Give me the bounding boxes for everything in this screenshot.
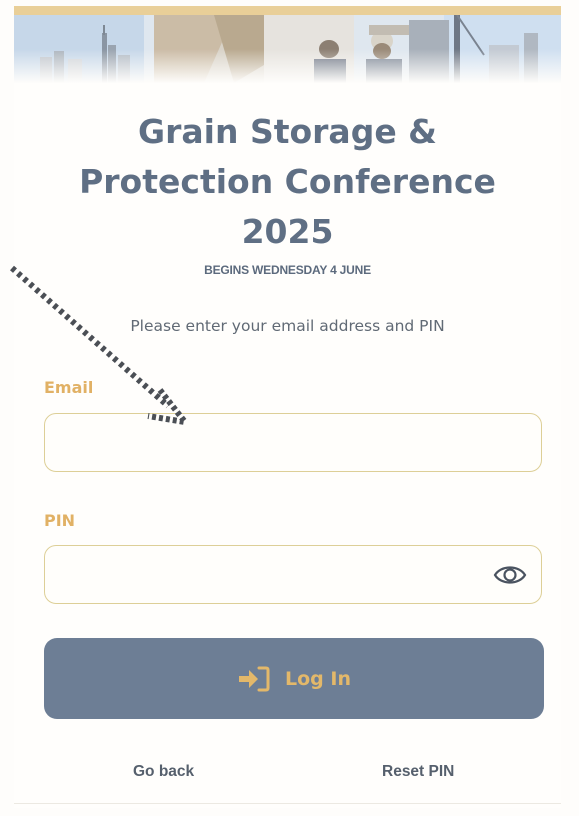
login-button-content: Log In [44, 638, 544, 719]
login-card: Grain Storage & Protection Conference 20… [14, 83, 561, 808]
go-back-link[interactable]: Go back [133, 763, 194, 781]
pin-field[interactable] [59, 546, 483, 604]
login-page: Grain Storage & Protection Conference 20… [0, 0, 579, 816]
page-title: Grain Storage & Protection Conference 20… [79, 112, 496, 251]
eye-icon[interactable] [493, 560, 527, 590]
reset-pin-link[interactable]: Reset PIN [382, 763, 454, 781]
hero-fade-overlay [14, 49, 561, 83]
sign-in-icon [237, 665, 271, 693]
event-start-date: BEGINS WEDNESDAY 4 JUNE [204, 263, 371, 277]
login-instructions: Please enter your email address and PIN [130, 317, 445, 335]
pin-label: PIN [44, 511, 76, 530]
hero-banner [14, 15, 561, 83]
footer-divider [14, 803, 561, 804]
login-button[interactable]: Log In [44, 638, 544, 719]
pin-field-container [44, 545, 542, 604]
login-button-label: Log In [285, 667, 351, 690]
email-label: Email [44, 378, 94, 397]
email-field-container [44, 413, 542, 472]
email-field[interactable] [59, 414, 483, 472]
header-accent-strip [14, 6, 561, 15]
